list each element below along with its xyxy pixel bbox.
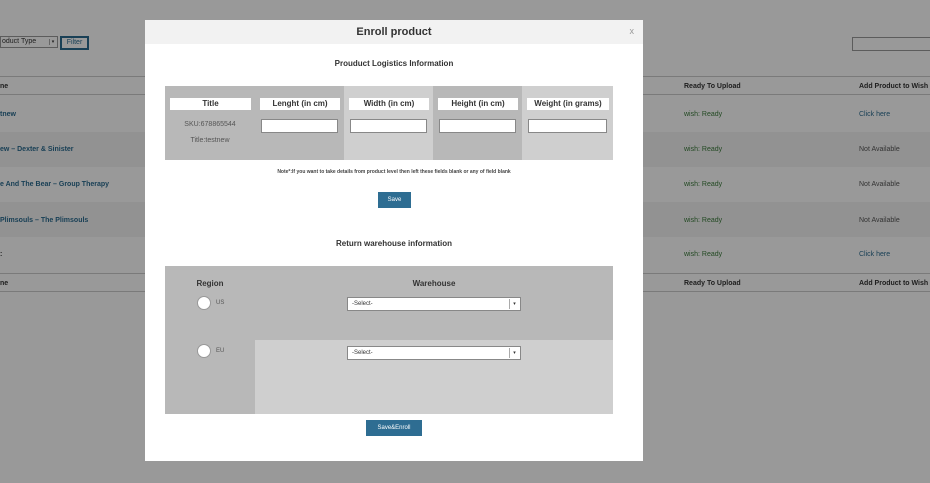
region-column: Region US EU	[165, 266, 255, 414]
width-column: Width (in cm)	[344, 86, 433, 160]
warehouse-header: Warehouse	[412, 279, 456, 288]
region-header: Region	[196, 279, 224, 288]
width-input[interactable]	[350, 119, 427, 133]
height-header: Height (in cm)	[438, 98, 518, 110]
chevron-down-icon: ▾	[509, 299, 519, 309]
logistics-title: Prouduct Logistics Information	[334, 59, 454, 68]
enroll-product-modal: Enroll product x Prouduct Logistics Info…	[145, 20, 643, 461]
width-header: Width (in cm)	[349, 98, 429, 110]
region-us-label: US	[216, 300, 225, 306]
save-enroll-button[interactable]: Save&Enroll	[366, 420, 422, 436]
product-title-text: Title:testnew	[190, 137, 230, 144]
length-column: Lenght (in cm)	[255, 86, 344, 160]
region-eu-label: EU	[216, 348, 225, 354]
warehouse-row-eu: -Select- ▾	[255, 340, 613, 414]
weight-column: Weight (in grams)	[522, 86, 613, 160]
length-input[interactable]	[261, 119, 338, 133]
height-column: Height (in cm)	[433, 86, 522, 160]
region-eu-radio[interactable]	[197, 344, 211, 358]
close-icon[interactable]: x	[630, 26, 635, 36]
warehouse-us-select[interactable]: -Select- ▾	[347, 297, 521, 311]
sku-text: SKU:678865544	[184, 121, 236, 128]
save-button[interactable]: Save	[378, 192, 411, 208]
warehouse-eu-select-value: -Select-	[352, 350, 373, 356]
weight-header: Weight (in grams)	[527, 98, 609, 110]
modal-title: Enroll product	[145, 20, 643, 44]
logistics-note: Note*:If you want to take details from p…	[277, 169, 511, 175]
warehouse-table: Region US EU Warehouse -Select- ▾ -Selec…	[165, 266, 613, 414]
chevron-down-icon: ▾	[509, 348, 519, 358]
warehouse-us-select-value: -Select-	[352, 301, 373, 307]
logistics-table: Title SKU:678865544 Title:testnew Lenght…	[165, 86, 613, 160]
region-us-radio[interactable]	[197, 296, 211, 310]
title-header: Title	[170, 98, 251, 110]
length-header: Lenght (in cm)	[260, 98, 340, 110]
height-input[interactable]	[439, 119, 516, 133]
warehouse-eu-select[interactable]: -Select- ▾	[347, 346, 521, 360]
weight-input[interactable]	[528, 119, 607, 133]
warehouse-title: Return warehouse information	[335, 239, 452, 248]
warehouse-row-us: Warehouse -Select- ▾	[255, 266, 613, 340]
title-column: Title SKU:678865544 Title:testnew	[165, 86, 255, 160]
